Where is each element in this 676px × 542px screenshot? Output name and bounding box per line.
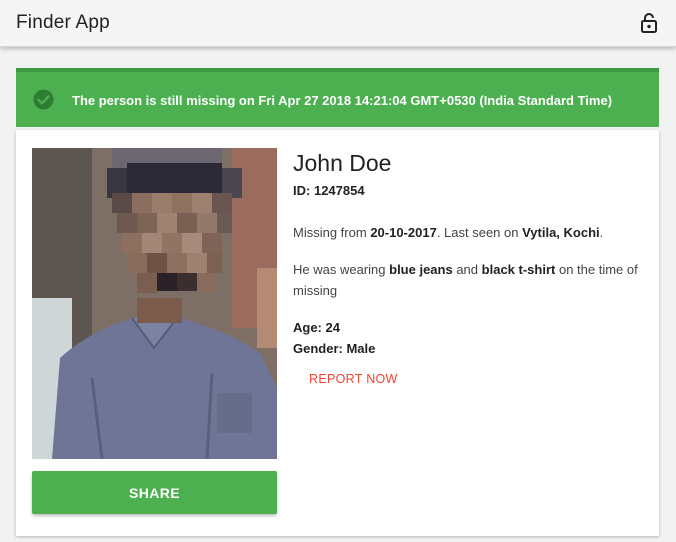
lock-open-icon[interactable]	[639, 12, 659, 34]
missing-prefix: Missing from	[293, 225, 367, 240]
missing-info: Missing from 20-10-2017. Last seen on Vy…	[293, 222, 648, 243]
gender-label: Gender:	[293, 341, 343, 356]
clothing-info: He was wearing blue jeans and black t-sh…	[293, 259, 648, 301]
app-bar: Finder App	[0, 0, 676, 47]
id-label: ID:	[293, 183, 311, 198]
last-seen-prefix: . Last seen on	[436, 225, 519, 240]
alert-message: The person is still missing on Fri Apr 2…	[72, 93, 613, 108]
share-button[interactable]: SHARE	[32, 471, 277, 514]
person-age: Age: 24	[293, 320, 340, 335]
check-circle-icon	[33, 89, 54, 110]
gender-value: Male	[346, 341, 376, 356]
clothing-item-1: blue jeans	[389, 262, 453, 277]
person-id: ID: 1247854	[293, 183, 365, 198]
wearing-prefix: He was wearing	[293, 262, 386, 277]
age-label: Age:	[293, 320, 322, 335]
clothing-and: and	[456, 262, 479, 277]
person-name: John Doe	[293, 150, 392, 176]
id-value: 1247854	[313, 183, 365, 198]
clothing-item-2: black t-shirt	[481, 262, 556, 277]
app-title: Finder App	[16, 12, 110, 33]
person-card: SHARE John Doe ID: 1247854 Missing from …	[16, 130, 659, 536]
person-photo	[32, 148, 277, 459]
age-value: 24	[325, 320, 340, 335]
report-now-button[interactable]: REPORT NOW	[309, 372, 398, 386]
person-gender: Gender: Male	[293, 341, 375, 356]
missing-date: 20-10-2017	[370, 225, 437, 240]
last-seen-suffix: .	[599, 225, 604, 240]
status-alert: The person is still missing on Fri Apr 2…	[16, 68, 659, 127]
last-seen-place: Vytila, Kochi	[522, 225, 600, 240]
